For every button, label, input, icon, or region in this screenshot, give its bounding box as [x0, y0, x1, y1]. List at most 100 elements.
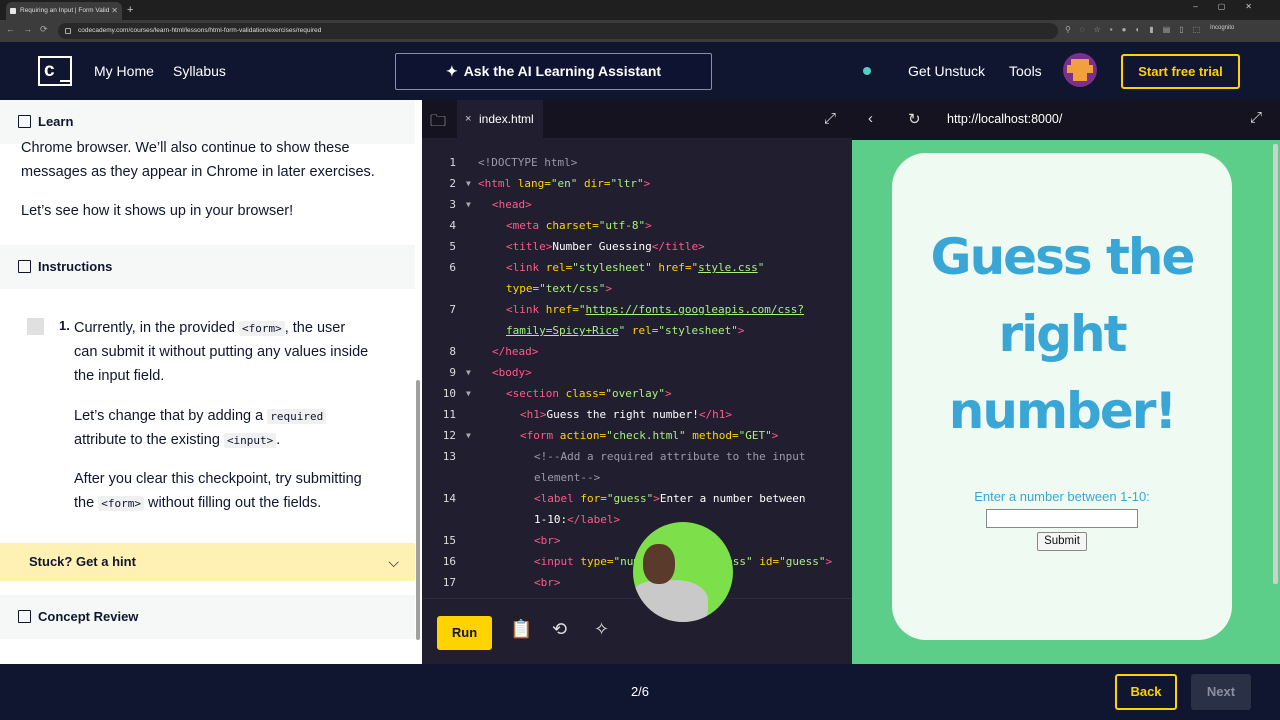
lesson-panel: Learn Chrome browser. We’ll also continu… [0, 100, 422, 664]
line-number: 12 [442, 429, 456, 442]
new-tab-icon[interactable]: + [127, 2, 133, 18]
learn-text-line: messages as they appear in Chrome in lat… [21, 164, 375, 180]
lesson-footer: 2/6 Back Next [0, 664, 1280, 720]
concept-review-header[interactable]: Concept Review [0, 595, 415, 639]
inline-code: <input> [223, 433, 277, 448]
hint-toggle[interactable]: Stuck? Get a hint ⌵ [0, 543, 415, 581]
fold-arrow-icon[interactable]: ▼ [466, 179, 471, 188]
sparkle-icon: ✦ [445, 63, 458, 79]
back-arrow-icon[interactable]: ‹ [868, 110, 873, 127]
preview-card: Guess the right number! Enter a number b… [892, 153, 1232, 640]
code-area[interactable]: 1 2 3 4 5 6 7 8 9 10 11 12 13 14 15 16 1… [422, 152, 852, 600]
checkbox-icon [18, 260, 31, 273]
preview-scrollbar[interactable] [1273, 144, 1278, 584]
browser-nav-icons[interactable]: ←→⟳ [6, 24, 56, 35]
instruction-line: the input field. [74, 368, 165, 384]
code-line: <link rel="stylesheet" href="style.css" [506, 261, 765, 274]
preview-heading: Guess the right number! [930, 228, 1196, 440]
code-line: <section class="overlay"> [506, 387, 672, 400]
line-number: 14 [442, 492, 456, 505]
refresh-icon[interactable]: ↻ [908, 110, 921, 128]
get-unstuck-link[interactable]: Get Unstuck [908, 63, 985, 79]
folder-icon[interactable]: 🗀 [430, 110, 446, 137]
lesson-scrollbar[interactable] [416, 380, 420, 640]
instruction-line: Let’s change that by adding a required [74, 404, 404, 429]
extension-icons[interactable]: ⚲◌☆▪●◐▮▤▯⬚ [1065, 25, 1209, 34]
instruction-line: can submit it without putting any values… [74, 344, 369, 360]
instructions-section-header[interactable]: Instructions [0, 245, 415, 289]
fold-arrow-icon[interactable]: ▼ [466, 368, 471, 377]
code-line: <br> [534, 576, 561, 589]
line-number: 9 [449, 366, 456, 379]
reset-icon[interactable]: ⟲ [552, 619, 567, 640]
line-number: 13 [442, 450, 456, 463]
code-line: <br> [534, 534, 561, 547]
browser-tab-title: Requiring an Input | Form Valid [20, 7, 110, 14]
magic-wand-icon[interactable]: ✧ [594, 619, 609, 640]
preview-toolbar: ‹ ↻ http://localhost:8000/ ⤢ [852, 100, 1280, 140]
fold-arrow-icon[interactable]: ▼ [466, 200, 471, 209]
address-url: codecademy.com/courses/learn-html/lesson… [78, 27, 322, 34]
ai-assistant-label: Ask the AI Learning Assistant [463, 63, 662, 79]
line-number: 8 [449, 345, 456, 358]
code-line: <!--Add a required attribute to the inpu… [534, 450, 806, 463]
code-line: <form action="check.html" method="GET"> [520, 429, 779, 442]
next-button[interactable]: Next [1191, 674, 1251, 710]
code-line: <html lang="en" dir="ltr"> [478, 177, 651, 190]
expand-icon[interactable]: ⤢ [824, 110, 836, 127]
back-button[interactable]: Back [1115, 674, 1177, 710]
chevron-down-icon: ⌵ [388, 554, 399, 570]
nav-my-home[interactable]: My Home [94, 63, 154, 79]
file-tab-index[interactable]: × index.html [457, 100, 543, 138]
code-line: <!DOCTYPE html> [478, 156, 578, 169]
tools-link[interactable]: Tools [1009, 63, 1042, 79]
line-number: 15 [442, 534, 456, 547]
line-number: 1 [449, 156, 456, 169]
learn-heading: Learn [38, 114, 74, 129]
submit-button[interactable]: Submit [1037, 532, 1087, 551]
address-bar[interactable]: codecademy.com/courses/learn-html/lesson… [58, 23, 1058, 39]
instruction-line: After you clear this checkpoint, try sub… [74, 471, 362, 487]
instruction-line: the <form> without filling out the field… [74, 495, 322, 511]
site-header: c My Home Syllabus ✦ Ask the AI Learning … [0, 42, 1280, 100]
task-checkbox [27, 318, 44, 335]
concept-review-heading: Concept Review [38, 609, 139, 624]
line-number: 4 [449, 219, 456, 232]
guess-input[interactable] [986, 509, 1138, 528]
code-line: <body> [492, 366, 532, 379]
fold-arrow-icon[interactable]: ▼ [466, 431, 471, 440]
site-info-icon[interactable] [65, 28, 71, 34]
code-line: family=Spicy+Rice" rel="stylesheet"> [506, 324, 745, 337]
code-line: type="text/css"> [506, 282, 612, 295]
progress-indicator: 2/6 [630, 684, 650, 699]
code-line: element--> [534, 471, 601, 484]
run-button[interactable]: Run [437, 616, 492, 650]
user-avatar[interactable] [1063, 53, 1097, 87]
ai-assistant-button[interactable]: ✦ Ask the AI Learning Assistant [395, 53, 712, 90]
browser-tab-bar: Requiring an Input | Form Valid ✕ + –▢✕ [0, 0, 1280, 20]
window-controls[interactable]: –▢✕ [1193, 2, 1272, 11]
line-number: 11 [442, 408, 456, 421]
incognito-badge[interactable]: Incognito [1210, 25, 1234, 31]
expand-icon[interactable]: ⤢ [1250, 109, 1262, 126]
clipboard-icon[interactable]: 📋 [510, 619, 532, 640]
preview-url[interactable]: http://localhost:8000/ [947, 112, 1062, 126]
line-number: 6 [449, 261, 456, 274]
fold-arrow-icon[interactable]: ▼ [466, 389, 471, 398]
code-line: <link href="https://fonts.googleapis.com… [506, 303, 805, 316]
start-free-trial-button[interactable]: Start free trial [1121, 54, 1240, 89]
line-number: 2 [449, 177, 456, 190]
browser-tab[interactable]: Requiring an Input | Form Valid ✕ [6, 2, 122, 20]
close-tab-icon[interactable]: ✕ [111, 2, 118, 20]
nav-syllabus[interactable]: Syllabus [173, 63, 226, 79]
line-number: 5 [449, 240, 456, 253]
address-bar-row: ←→⟳ codecademy.com/courses/learn-html/le… [0, 20, 1280, 42]
file-tab-label: index.html [479, 112, 534, 126]
inline-code: required [267, 409, 327, 424]
hint-label: Stuck? Get a hint [29, 554, 136, 569]
close-file-icon[interactable]: × [465, 100, 471, 138]
status-dot-icon [863, 67, 871, 75]
code-line: <meta charset="utf-8"> [506, 219, 652, 232]
line-number: 16 [442, 555, 456, 568]
codecademy-logo[interactable]: c [38, 56, 72, 86]
